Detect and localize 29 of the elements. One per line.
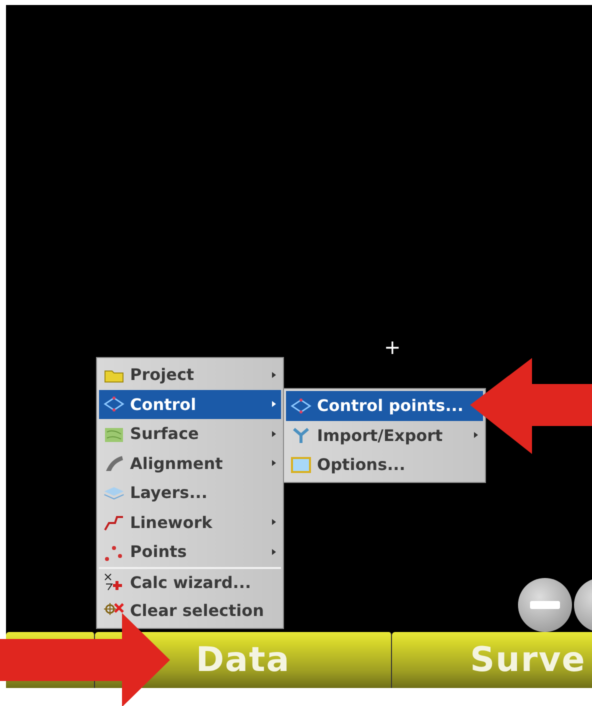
menu-item[interactable]: Calc wizard... <box>99 566 281 596</box>
zoom-out-button[interactable] <box>518 578 572 632</box>
crosshair: + <box>384 335 401 359</box>
menu-item[interactable]: Options... <box>286 450 483 480</box>
menu-item[interactable]: Points <box>99 537 281 566</box>
layers-icon <box>103 486 125 500</box>
menu-item[interactable]: Control points... <box>286 391 483 420</box>
menu-item[interactable]: Control <box>99 390 281 419</box>
submenu-arrow-icon <box>271 372 277 378</box>
minus-icon <box>530 601 560 609</box>
diamond-icon <box>290 396 312 416</box>
diamond-icon <box>103 394 125 414</box>
road-icon <box>103 453 125 474</box>
submenu-arrow-icon <box>473 432 479 438</box>
submenu-arrow-icon <box>271 430 277 437</box>
calculator-plus-icon <box>103 572 125 592</box>
menu-item[interactable]: Import/Export <box>286 420 483 450</box>
menu-item[interactable]: Clear selection <box>99 596 281 626</box>
menu-item[interactable]: Project <box>99 360 281 390</box>
submenu-arrow-icon <box>271 401 277 408</box>
window-icon <box>290 454 312 475</box>
split-arrows-icon <box>290 425 312 446</box>
menu-item[interactable]: Linework <box>99 508 281 537</box>
submenu-arrow-icon <box>271 548 277 555</box>
submenu-arrow-icon <box>271 519 277 526</box>
submenu-arrow-icon <box>271 460 277 466</box>
menu-item[interactable]: Layers... <box>99 478 281 508</box>
menu-item[interactable]: Surface <box>99 419 281 448</box>
menu-item[interactable]: Alignment <box>99 448 281 478</box>
